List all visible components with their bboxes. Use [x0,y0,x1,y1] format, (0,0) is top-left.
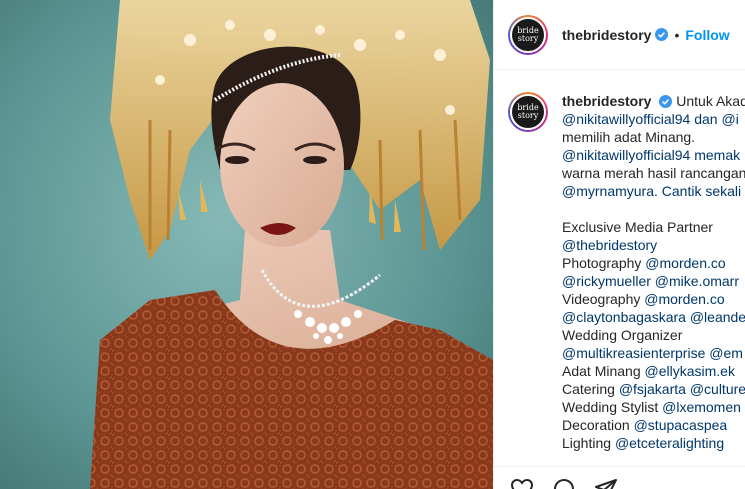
follow-button[interactable]: Follow [685,27,729,43]
caption-text: thebridestory Untuk Akad @nikitawillyoff… [562,92,745,452]
mention-link[interactable]: @nikitawillyofficial94 memak [562,146,745,164]
credit-line: Exclusive Media Partner [562,218,745,236]
credit-handle-link[interactable]: @rickymueller @mike.omarr [562,273,739,289]
post-sidebar: bride story thebridestory • Follow bride… [493,0,745,489]
credit-handle-link[interactable]: @lxemomen [662,399,741,415]
caption-line: warna merah hasil rancangan [562,165,745,181]
separator-dot: • [674,26,680,43]
post-header: bride story thebridestory • Follow [494,0,745,70]
mention-link[interactable]: @myrnamyura. Cantik sekali [562,182,745,200]
credit-handle-link[interactable]: @ellykasim.ek [645,363,735,379]
credit-handle-link[interactable]: @fsjakarta @culture [619,381,745,397]
credit-line: Wedding Organizer [562,326,745,344]
mention-link[interactable]: @nikitawillyofficial94 dan @i [562,110,745,128]
credit-line: Lighting @etceteralighting [562,434,745,452]
credit-line: @claytonbagaskara @leande [562,308,745,326]
credit-label: Wedding Stylist [562,399,663,415]
post-caption: bride story thebridestory Untuk Akad @ni… [508,92,745,452]
comment-icon[interactable] [552,477,578,489]
caption-author-avatar[interactable]: bride story [508,92,548,132]
credit-label: Decoration [562,417,634,433]
action-bar [494,466,745,489]
share-icon[interactable] [594,477,620,489]
author-username[interactable]: thebridestory [562,27,651,43]
credit-handle-link[interactable]: @morden.co [645,255,725,271]
credit-handle-link[interactable]: @etceteralighting [615,435,724,451]
bride-portrait-image [0,0,493,489]
credit-line: Wedding Stylist @lxemomen [562,398,745,416]
credit-label: Wedding Organizer [562,327,683,343]
credit-line: Decoration @stupacaspea [562,416,745,434]
credit-line: @multikreasienterprise @em [562,344,745,362]
credit-label: Adat Minang [562,363,645,379]
avatar-logo: bride story [510,94,546,130]
credit-handle-link[interactable]: @claytonbagaskara @leande [562,309,745,325]
credit-label: Catering [562,381,619,397]
credit-label: Photography [562,255,646,271]
credit-handle-link[interactable]: @multikreasienterprise @em [562,345,743,361]
credit-line: Photography @morden.co [562,254,745,272]
author-avatar[interactable]: bride story [508,14,548,55]
credit-line: Adat Minang @ellykasim.ek [562,362,745,380]
credit-line: @rickymueller @mike.omarr [562,272,745,290]
heart-icon[interactable] [510,477,536,489]
face [220,83,344,247]
caption-line: memilih adat Minang. [562,129,696,145]
credit-line: Videography @morden.co [562,290,745,308]
caption-author-username[interactable]: thebridestory [562,93,651,109]
credit-handle-link[interactable]: @thebridestory [562,237,657,253]
credit-label: Exclusive Media Partner [562,219,713,235]
caption-line: Untuk Akad [676,93,745,109]
credits-list: Exclusive Media Partner @thebridestory Pho… [562,218,745,452]
avatar-logo: bride story [510,16,546,53]
credit-label: Videography [562,291,645,307]
credit-line: Catering @fsjakarta @culture [562,380,745,398]
verified-badge-icon [659,95,673,108]
verified-badge-icon [655,28,669,41]
credit-handle-link[interactable]: @morden.co [644,291,724,307]
credit-line: @thebridestory [562,236,745,254]
credit-label: Lighting [562,435,615,451]
post-photo[interactable] [0,0,493,489]
credit-handle-link[interactable]: @stupacaspea [634,417,728,433]
